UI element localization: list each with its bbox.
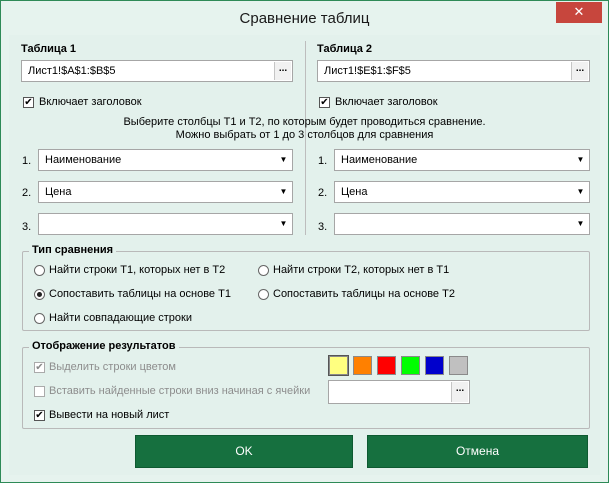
compare-tables-dialog: Сравнение таблиц ✕ Таблица 1 Лист1!$A$1:…	[0, 0, 609, 483]
table2-column-2-select[interactable]: Цена ▼	[334, 181, 590, 203]
radio-missing-in-t2[interactable]	[34, 265, 45, 276]
color-swatch-red[interactable]	[377, 356, 396, 375]
window-title: Сравнение таблиц	[239, 10, 370, 27]
table1-header-label: Включает заголовок	[39, 96, 142, 108]
chevron-down-icon[interactable]: ▼	[572, 182, 589, 202]
results-group: Отображение результатов ✔ Выделить строк…	[22, 340, 590, 429]
compare-type-title: Тип сравнения	[29, 244, 117, 256]
table2-column-3-select[interactable]: ▼	[334, 213, 590, 235]
table1-label: Таблица 1	[21, 43, 77, 55]
new-sheet-label: Вывести на новый лист	[49, 409, 170, 421]
chevron-down-icon[interactable]: ▼	[275, 150, 292, 170]
insert-rows-checkbox[interactable]	[34, 386, 45, 397]
table1-header-checkbox[interactable]: ✔	[23, 97, 34, 108]
radio-find-matching-label: Найти совпадающие строки	[49, 312, 192, 324]
color-swatch-orange[interactable]	[353, 356, 372, 375]
table2-range-field[interactable]: Лист1!$E$1:$F$5 ...	[317, 60, 590, 82]
radio-match-by-t2-label: Сопоставить таблицы на основе Т2	[273, 288, 455, 300]
new-sheet-checkbox[interactable]: ✔	[34, 410, 45, 421]
radio-missing-in-t1-label: Найти строки Т2, которых нет в Т1	[273, 264, 450, 276]
table2-header-label: Включает заголовок	[335, 96, 438, 108]
table1-column-1-select[interactable]: Наименование ▼	[38, 149, 293, 171]
cancel-button[interactable]: Отмена	[367, 435, 588, 468]
table1-col1-number: 1.	[22, 155, 32, 167]
chevron-down-icon[interactable]: ▼	[572, 150, 589, 170]
table2-column-2-value: Цена	[341, 186, 368, 198]
highlight-rows-checkbox[interactable]: ✔	[34, 362, 45, 373]
compare-type-group: Тип сравнения Найти строки Т1, которых н…	[22, 244, 590, 331]
dialog-body: Таблица 1 Лист1!$A$1:$B$5 ... ✔ Включает…	[9, 35, 600, 475]
instructions-line-2: Можно выбрать от 1 до 3 столбцов для сра…	[175, 129, 434, 141]
insert-rows-label: Вставить найденные строки вниз начиная с…	[49, 385, 311, 397]
table2-col3-number: 3.	[318, 221, 328, 233]
table1-column-2-select[interactable]: Цена ▼	[38, 181, 293, 203]
radio-missing-in-t1[interactable]	[258, 265, 269, 276]
color-swatch-blue[interactable]	[425, 356, 444, 375]
radio-match-by-t2[interactable]	[258, 289, 269, 300]
table2-col2-number: 2.	[318, 187, 328, 199]
chevron-down-icon[interactable]: ▼	[572, 214, 589, 234]
ok-button[interactable]: OK	[135, 435, 353, 468]
table2-column-1-select[interactable]: Наименование ▼	[334, 149, 590, 171]
table1-range-field[interactable]: Лист1!$A$1:$B$5 ...	[21, 60, 293, 82]
table2-range-button[interactable]: ...	[571, 62, 588, 80]
table1-range-value: Лист1!$A$1:$B$5	[28, 65, 116, 77]
color-swatch-gray[interactable]	[449, 356, 468, 375]
table1-column-3-select[interactable]: ▼	[38, 213, 293, 235]
color-swatch-green[interactable]	[401, 356, 420, 375]
radio-match-by-t1[interactable]	[34, 289, 45, 300]
table1-column-2-value: Цена	[45, 186, 72, 198]
results-title: Отображение результатов	[29, 340, 179, 352]
table1-range-button[interactable]: ...	[274, 62, 291, 80]
insert-cell-button[interactable]: ...	[451, 382, 468, 402]
table1-column-1-value: Наименование	[45, 154, 122, 166]
radio-missing-in-t2-label: Найти строки Т1, которых нет в Т2	[49, 264, 226, 276]
chevron-down-icon[interactable]: ▼	[275, 214, 292, 234]
table2-label: Таблица 2	[317, 43, 373, 55]
close-button[interactable]: ✕	[556, 2, 602, 23]
table1-col3-number: 3.	[22, 221, 32, 233]
title-bar: Сравнение таблиц ✕	[1, 1, 608, 35]
table1-col2-number: 2.	[22, 187, 32, 199]
radio-match-by-t1-label: Сопоставить таблицы на основе Т1	[49, 288, 231, 300]
insert-cell-field[interactable]: ...	[328, 380, 470, 404]
color-swatch-yellow[interactable]	[328, 355, 349, 376]
radio-find-matching[interactable]	[34, 313, 45, 324]
table2-range-value: Лист1!$E$1:$F$5	[324, 65, 411, 77]
table2-column-1-value: Наименование	[341, 154, 418, 166]
table2-header-checkbox[interactable]: ✔	[319, 97, 330, 108]
highlight-rows-label: Выделить строки цветом	[49, 361, 176, 373]
chevron-down-icon[interactable]: ▼	[275, 182, 292, 202]
table2-col1-number: 1.	[318, 155, 328, 167]
instructions-line-1: Выберите столбцы Т1 и Т2, по которым буд…	[123, 116, 486, 128]
